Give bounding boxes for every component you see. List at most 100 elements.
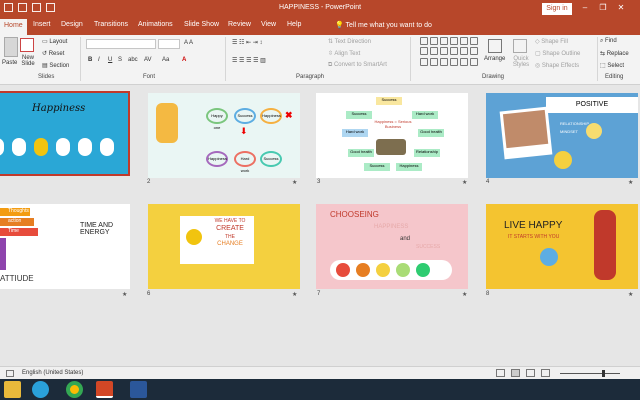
close-button[interactable]: ✕: [616, 3, 626, 12]
slide-number: 6: [147, 291, 151, 297]
section-button[interactable]: ▤ Section: [42, 62, 69, 69]
italic-button[interactable]: I: [98, 57, 100, 63]
underline-button[interactable]: U: [108, 57, 112, 63]
strike-button[interactable]: abc: [128, 57, 138, 63]
slide-1-title: Happiness: [32, 103, 86, 114]
taskbar: [0, 379, 640, 400]
spell-check-icon[interactable]: [6, 370, 14, 377]
cycle-label: Happiness: [260, 108, 282, 124]
reading-view-icon[interactable]: [526, 369, 535, 377]
font-size-box[interactable]: [158, 39, 180, 49]
spacing-button[interactable]: AV: [144, 57, 152, 63]
star-icon: ★: [462, 292, 468, 298]
happiness-label: HAPPINESS: [374, 224, 409, 230]
editing-group-label: Editing: [605, 74, 624, 80]
file-explorer-icon[interactable]: [4, 381, 21, 398]
align-icon[interactable]: ☰ ☰ ☰ ☰ ▥: [232, 57, 266, 64]
arrow-down-icon: ⬇: [240, 126, 248, 136]
slide-number: 7: [317, 291, 321, 297]
slide-thumbnail-3[interactable]: Happiness = Serious Business Success Suc…: [316, 93, 468, 178]
bold-button[interactable]: B: [88, 57, 92, 63]
reset-button[interactable]: ↺ Reset: [42, 50, 64, 57]
tab-review[interactable]: Review: [228, 21, 251, 28]
slide-thumbnail-4[interactable]: POSITIVE RELATIONSHIP MINDSET: [486, 93, 638, 178]
shape-outline-button[interactable]: ▢ Shape Outline: [535, 50, 580, 57]
case-button[interactable]: Aa: [162, 57, 169, 63]
paste-button[interactable]: Paste: [2, 60, 17, 66]
cycle-label: Success: [234, 108, 256, 124]
word-icon[interactable]: [130, 381, 147, 398]
time-energy-label: TIME AND ENERGY: [80, 222, 114, 236]
person-jumping-image: [156, 103, 178, 143]
telegram-icon[interactable]: [32, 381, 49, 398]
success-label: SUCCESS: [416, 244, 441, 250]
status-bar: English (United States): [0, 366, 640, 379]
slide-thumbnail-6[interactable]: WE HAVE TO CREATE THE CHANGE: [148, 204, 300, 289]
tab-slide-show[interactable]: Slide Show: [184, 21, 219, 28]
slide-thumbnail-8[interactable]: LIVE HAPPY IT STARTS WITH YOU: [486, 204, 638, 289]
starts-with-you-label: IT STARTS WITH YOU: [508, 234, 560, 240]
woman-jumping-image: [594, 210, 616, 280]
tell-me-box[interactable]: 💡 Tell me what you want to do: [335, 21, 432, 29]
font-name-box[interactable]: [86, 39, 156, 49]
shapes-gallery[interactable]: [420, 37, 480, 67]
minimize-button[interactable]: –: [580, 3, 590, 12]
and-label: and: [400, 236, 411, 242]
star-icon: ★: [628, 180, 634, 186]
arrange-button[interactable]: Arrange: [484, 56, 505, 62]
shape-effects-button[interactable]: ◎ Shape Effects: [535, 62, 579, 69]
shadow-button[interactable]: S: [118, 57, 122, 63]
slideshow-icon[interactable]: [541, 369, 550, 377]
quick-styles-button[interactable]: Quick Styles: [510, 56, 532, 68]
slide-sorter: Happiness Happy one Success Happiness ✖ …: [0, 86, 640, 366]
cycle-label: Success: [260, 151, 282, 167]
language-indicator[interactable]: English (United States): [22, 370, 83, 376]
convert-smartart-button[interactable]: ⧉ Convert to SmartArt: [328, 62, 387, 69]
sign-in-button[interactable]: Sign in: [542, 3, 572, 15]
slide-thumbnail-5[interactable]: Thoughts action Time TIME AND ENERGY ATT…: [0, 204, 130, 289]
diagram-box: Success: [346, 111, 372, 119]
slide-thumbnail-2[interactable]: Happy one Success Happiness ✖ ⬇ Happines…: [148, 93, 300, 178]
font-group-label: Font: [143, 74, 156, 80]
tab-design[interactable]: Design: [61, 21, 83, 28]
bullets-icon[interactable]: ☰ ☷ ⇤ ⇥ ↕: [232, 39, 262, 46]
shape-fill-button[interactable]: ◇ Shape Fill: [535, 38, 568, 45]
separator: [597, 37, 598, 81]
tab-transitions[interactable]: Transitions: [94, 21, 128, 28]
slide-thumbnail-1[interactable]: Happiness: [0, 91, 130, 176]
slide-sorter-icon[interactable]: [511, 369, 520, 377]
title-bar: HAPPINESS - PowerPoint Sign in – ❐ ✕: [0, 0, 640, 18]
star-icon: ★: [628, 292, 634, 298]
new-slide-button[interactable]: New Slide: [18, 55, 38, 67]
align-text-button[interactable]: ⇳ Align Text: [328, 50, 360, 57]
chrome-icon[interactable]: [66, 381, 83, 398]
find-button[interactable]: ⌕ Find: [600, 38, 617, 45]
slides-group-label: Slides: [38, 74, 55, 80]
restore-button[interactable]: ❐: [598, 3, 608, 12]
font-grow-icon[interactable]: A A: [184, 40, 193, 46]
replace-button[interactable]: ⇆ Replace: [600, 50, 629, 57]
zoom-handle[interactable]: [602, 370, 605, 377]
separator: [225, 37, 226, 81]
slide-thumbnail-7[interactable]: CHOOSEING HAPPINESS and SUCCESS: [316, 204, 468, 289]
people-image: [376, 139, 406, 155]
tab-insert[interactable]: Insert: [33, 21, 51, 28]
tab-help[interactable]: Help: [287, 21, 301, 28]
x-mark-icon: ✖: [285, 110, 293, 120]
text-direction-button[interactable]: ⇅ Text Direction: [328, 38, 371, 45]
tab-animations[interactable]: Animations: [138, 21, 173, 28]
tab-home[interactable]: Home: [0, 19, 27, 35]
tab-view[interactable]: View: [261, 21, 276, 28]
normal-view-icon[interactable]: [496, 369, 505, 377]
paste-icon[interactable]: [4, 37, 18, 57]
ribbon: Paste New Slide ▭ Layout ↺ Reset ▤ Secti…: [0, 35, 640, 85]
smiley-icon: [554, 151, 572, 169]
layout-button[interactable]: ▭ Layout: [42, 38, 67, 45]
zoom-slider[interactable]: [560, 373, 620, 374]
diagram-box: Success: [364, 163, 390, 171]
powerpoint-icon[interactable]: [96, 381, 113, 398]
lightbulb-icon: 💡: [335, 22, 346, 29]
lightbulb-row: [0, 138, 114, 156]
font-color-button[interactable]: A: [182, 57, 186, 63]
select-button[interactable]: ⬚ Select: [600, 62, 624, 69]
